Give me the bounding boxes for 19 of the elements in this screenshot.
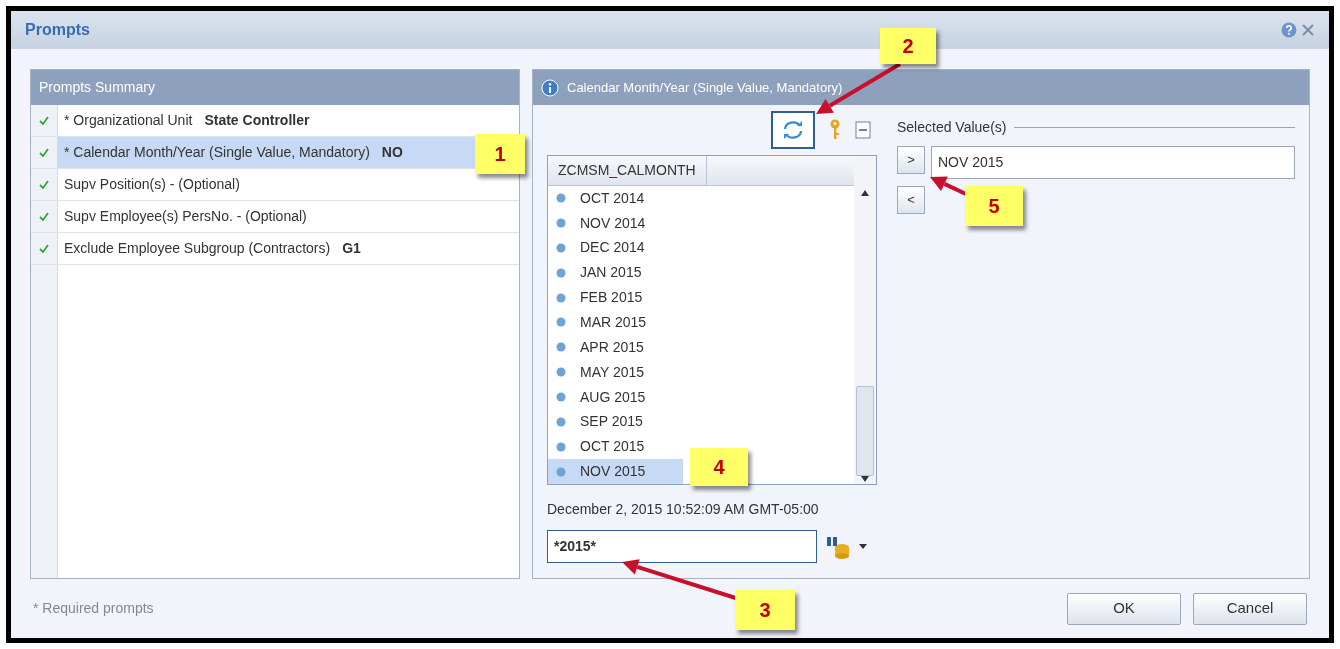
prompt-label: Exclude Employee Subgroup (Contractors) <box>64 239 331 258</box>
prompt-label: * Organizational Unit <box>64 111 193 130</box>
section-title: Selected Value(s) <box>897 118 1007 137</box>
window-title: Prompts <box>25 20 90 40</box>
callout-tooltip: 5 <box>965 186 1023 226</box>
required-note: * Required prompts <box>33 599 154 618</box>
prompt-value: NO <box>381 143 403 162</box>
panel-title: Calendar Month/Year (Single Value, Mandatory) <box>567 78 843 97</box>
prompt-label: Supv Position(s) - (Optional) <box>64 175 240 194</box>
callout-tooltip: 1 <box>475 134 525 174</box>
panel-title: Prompts Summary <box>39 78 155 97</box>
callout-tooltip: 2 <box>880 28 936 64</box>
prompt-value: G1 <box>342 239 361 258</box>
prompt-label: Supv Employee(s) PersNo. - (Optional) <box>64 207 307 226</box>
prompt-value: State Controller <box>204 111 310 130</box>
callout-tooltip: 4 <box>690 448 748 486</box>
timestamp: December 2, 2015 10:52:09 AM GMT-05:00 <box>547 500 820 519</box>
prompt-label: * Calendar Month/Year (Single Value, Mandatory) <box>64 143 370 162</box>
callout-tooltip: 3 <box>735 590 795 630</box>
